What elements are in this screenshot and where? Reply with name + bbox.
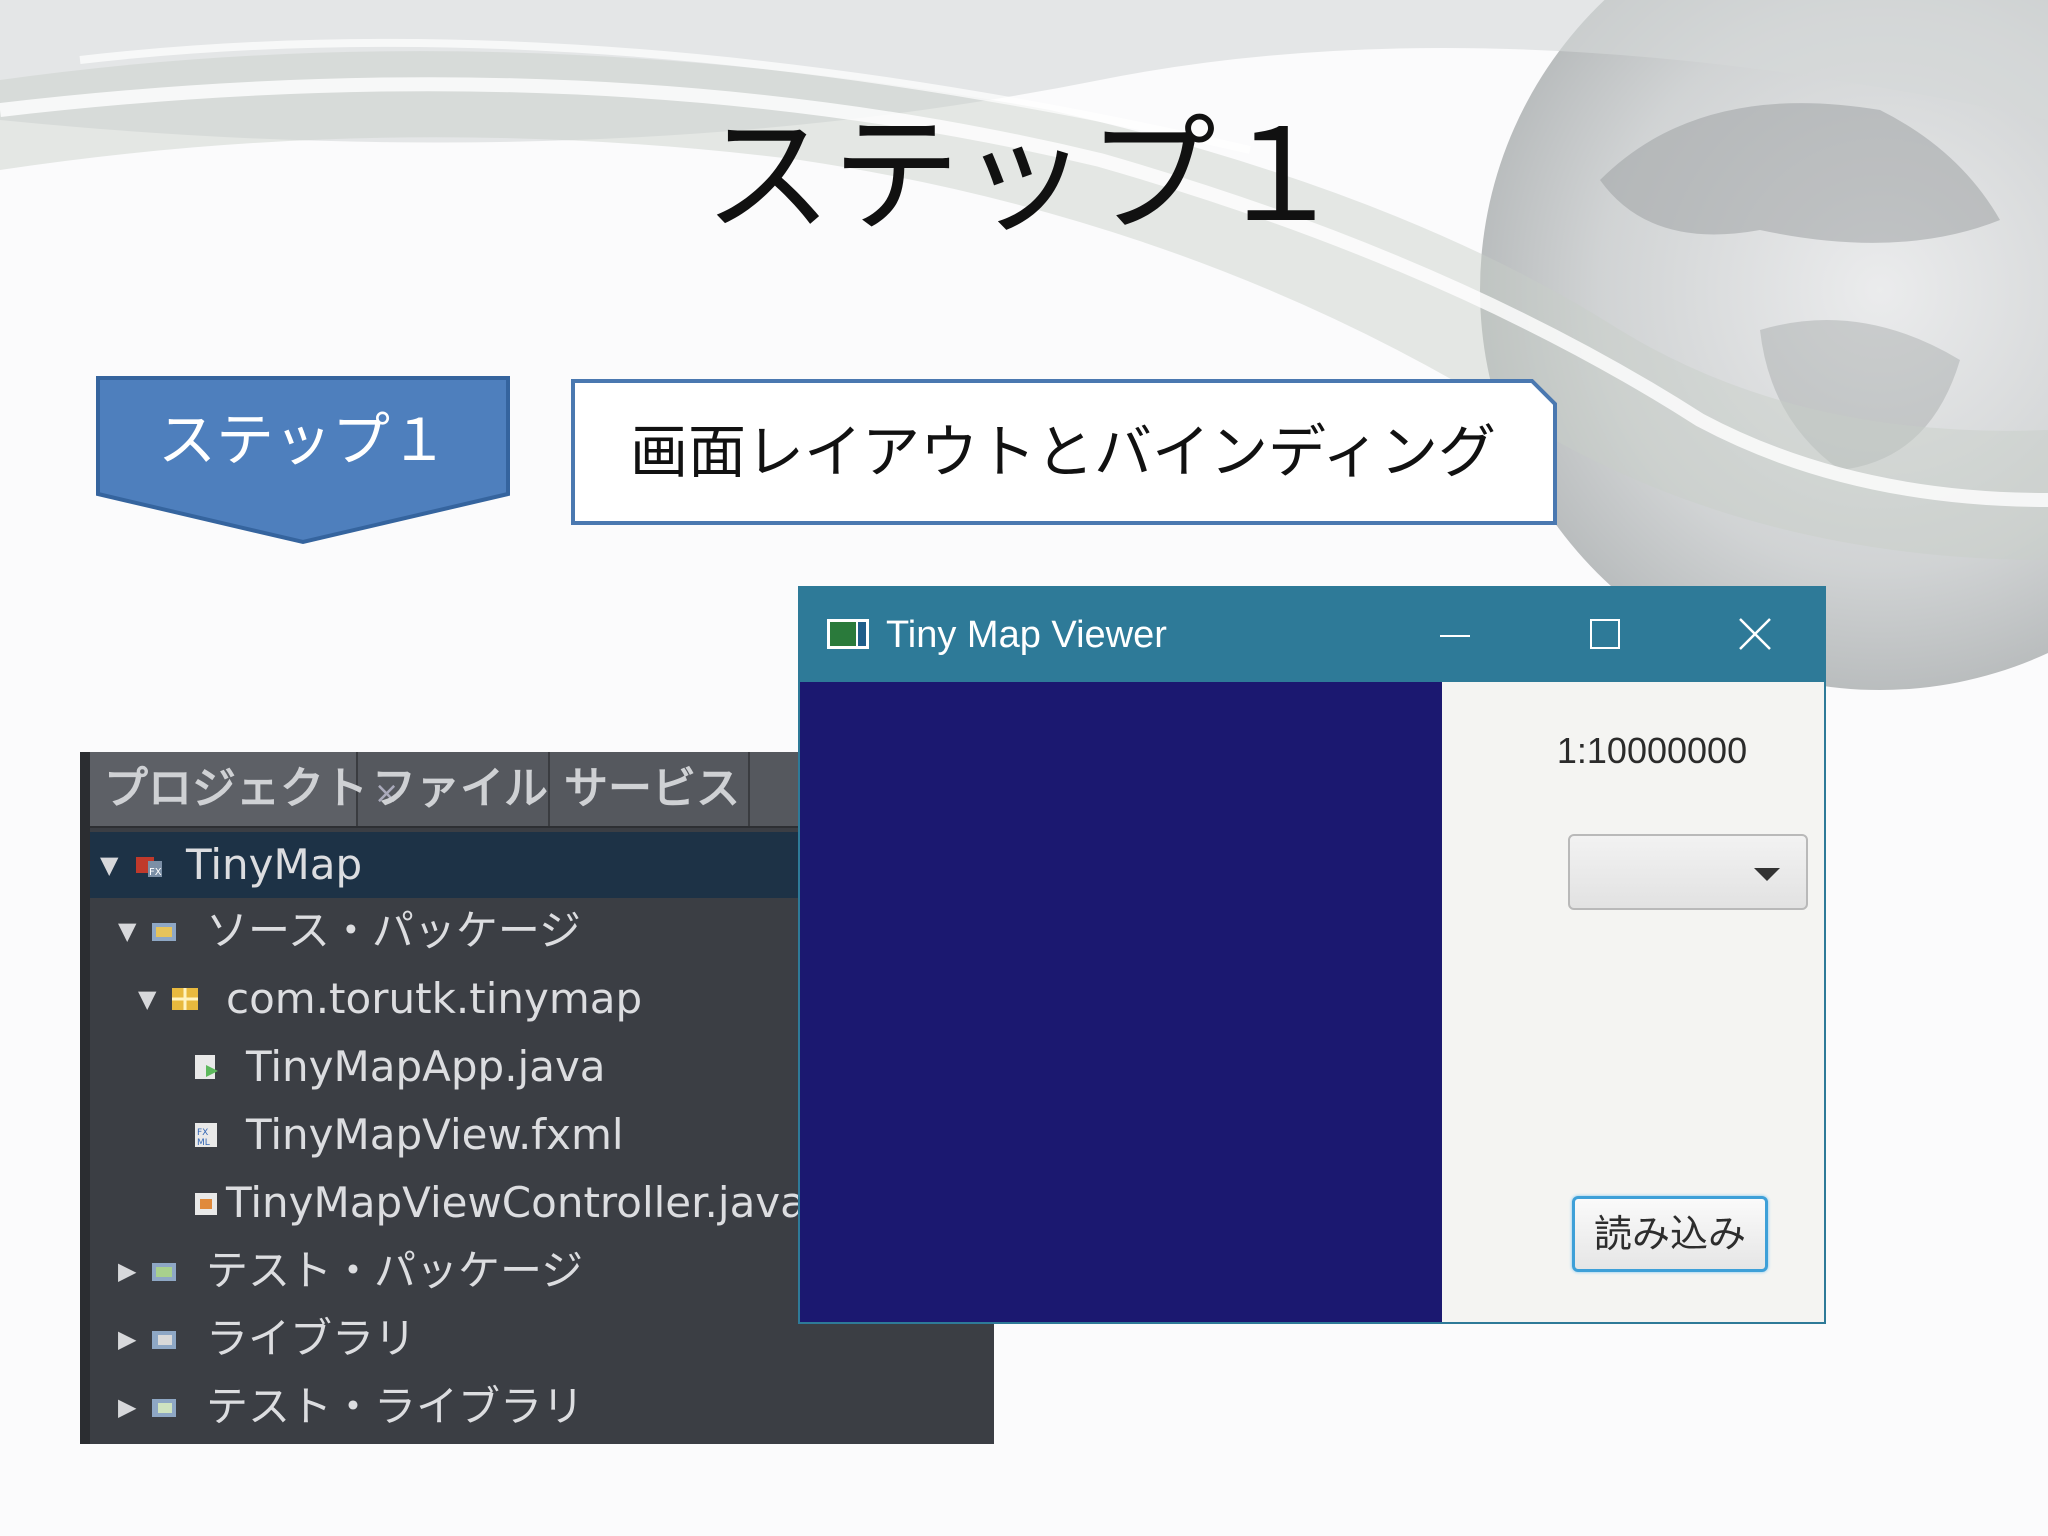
tree-node-label: com.torutk.tinymap [226, 974, 643, 1023]
tree-node-label: TinyMapApp.java [246, 1042, 606, 1091]
minimize-icon[interactable] [1430, 610, 1480, 660]
step-badge-label: ステップ１ [157, 406, 448, 474]
test-packages-icon [152, 1263, 176, 1281]
window-titlebar[interactable]: Tiny Map Viewer [800, 588, 1824, 682]
scale-combo-box[interactable] [1568, 834, 1808, 910]
package-icon [172, 988, 198, 1010]
tree-node-label: TinyMapViewController.java [226, 1178, 806, 1227]
load-button[interactable]: 読み込み [1572, 1196, 1768, 1272]
svg-text:FX: FX [149, 867, 162, 878]
source-packages-icon [152, 923, 176, 941]
collapse-arrow-icon[interactable]: ▶ [118, 1374, 136, 1440]
tree-node-label: テスト・パッケージ [206, 1246, 584, 1295]
step-description-box: 画面レイアウトとバインディング [570, 378, 1558, 526]
tree-node-test-libraries[interactable]: ▶ テスト・ライブラリ [90, 1374, 994, 1440]
svg-text:FX: FX [197, 1128, 208, 1138]
expand-arrow-icon[interactable]: ▼ [100, 832, 118, 898]
expand-arrow-icon[interactable]: ▼ [118, 898, 136, 964]
tab-files-label: ファイル [372, 763, 548, 814]
tab-services-label: サービス [564, 763, 740, 814]
collapse-arrow-icon[interactable]: ▶ [118, 1306, 136, 1372]
tree-node-label: ライブラリ [206, 1314, 417, 1363]
svg-text:ML: ML [197, 1138, 210, 1148]
slide-title: ステップ１ [703, 102, 1344, 251]
maximize-icon[interactable] [1580, 610, 1630, 660]
app-window-icon [827, 619, 869, 649]
control-panel: 1:10000000 読み込み [1442, 682, 1824, 1322]
tree-node-label: ソース・パッケージ [206, 906, 582, 955]
step-description-text: 画面レイアウトとバインディング [630, 418, 1496, 486]
libraries-icon [152, 1331, 176, 1349]
java-class-icon [195, 1193, 217, 1215]
tab-projects[interactable]: プロジェクト × [90, 752, 399, 826]
collapse-arrow-icon[interactable]: ▶ [118, 1238, 136, 1304]
close-icon[interactable] [1730, 610, 1780, 660]
window-title: Tiny Map Viewer [886, 614, 1167, 656]
tab-services[interactable]: サービス [550, 752, 750, 826]
tree-node-label: テスト・ライブラリ [206, 1382, 585, 1431]
javafx-project-icon: FX [136, 857, 162, 878]
tree-node-label: TinyMapView.fxml [246, 1110, 624, 1159]
tab-projects-label: プロジェクト [104, 763, 368, 814]
scale-label: 1:10000000 [1556, 730, 1748, 771]
map-canvas[interactable] [800, 682, 1442, 1322]
expand-arrow-icon[interactable]: ▼ [138, 966, 156, 1032]
java-main-class-icon [195, 1055, 218, 1079]
tree-node-label: TinyMap [186, 840, 363, 889]
dropdown-arrow-icon [1754, 868, 1780, 881]
tiny-map-viewer-window: Tiny Map Viewer 1:10000000 読み込み [798, 586, 1826, 1324]
tab-files[interactable]: ファイル [358, 752, 550, 826]
fxml-file-icon: FXML [195, 1123, 217, 1148]
test-libraries-icon [152, 1399, 176, 1417]
